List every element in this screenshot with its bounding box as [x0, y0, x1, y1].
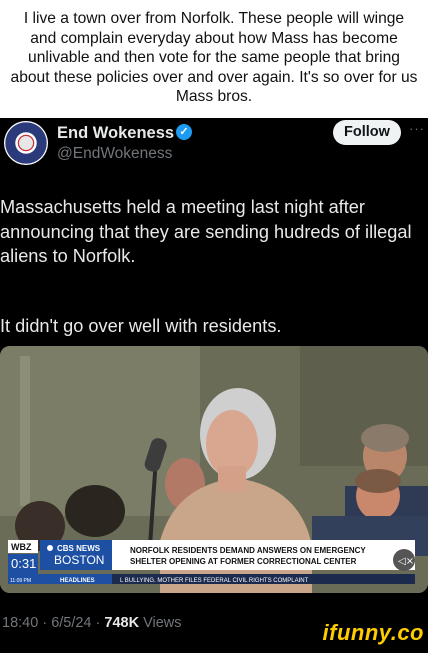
- tweet-text-paragraph-1: Massachusetts held a meeting last night …: [0, 195, 428, 269]
- station-top-label: CBS NEWS: [57, 544, 101, 553]
- headlines-label: HEADLINES: [60, 578, 95, 584]
- headline-line-1: NORFOLK RESIDENTS DEMAND ANSWERS ON EMER…: [130, 546, 366, 555]
- meta-separator-1: ·: [42, 615, 52, 631]
- news-lower-third: WBZ CBS NEWS BOSTON 0:31 NORFOLK RESIDEN…: [8, 540, 415, 584]
- view-count: 748K: [104, 615, 140, 631]
- tweet-card: End Wokeness ✓ @EndWokeness Follow ··· M…: [0, 118, 428, 653]
- badge-avatar-icon[interactable]: [4, 121, 48, 165]
- video-timestamp: 0:31: [11, 556, 36, 571]
- tweet-time: 18:40: [2, 615, 39, 631]
- meme-caption-panel: I live a town over from Norfolk. These p…: [0, 0, 428, 118]
- station-sub-label: WBZ: [11, 542, 32, 552]
- verified-badge-icon: ✓: [176, 124, 192, 140]
- more-options-icon[interactable]: ···: [409, 121, 425, 136]
- headline-line-2: SHELTER OPENING AT FORMER CORRECTIONAL C…: [130, 557, 357, 566]
- news-ticker: L BULLYING. MOTHER FILES FEDERAL CIVIL R…: [120, 578, 309, 584]
- svg-text:◁×: ◁×: [398, 556, 414, 567]
- tweet-text-2: It didn't go over well with residents.: [0, 316, 282, 337]
- time-label: 11:09 PM: [10, 578, 31, 584]
- tweet-text-1: Massachusetts held a meeting last night …: [0, 197, 412, 267]
- follow-button[interactable]: Follow: [333, 120, 401, 145]
- meme-caption: I live a town over from Norfolk. These p…: [10, 10, 418, 106]
- tweet-meta: 18:40 · 6/5/24 · 748K Views: [2, 615, 182, 631]
- avatar-center: [19, 136, 33, 150]
- station-city-label: BOSTON: [54, 553, 104, 567]
- tweet-date: 6/5/24: [51, 615, 92, 631]
- ifunny-watermark: ifunny.co: [322, 620, 424, 645]
- author-handle[interactable]: @EndWokeness: [57, 145, 172, 163]
- video-player[interactable]: WBZ CBS NEWS BOSTON 0:31 NORFOLK RESIDEN…: [0, 346, 428, 593]
- author-display-name[interactable]: End Wokeness: [57, 124, 174, 143]
- views-label: Views: [143, 615, 182, 631]
